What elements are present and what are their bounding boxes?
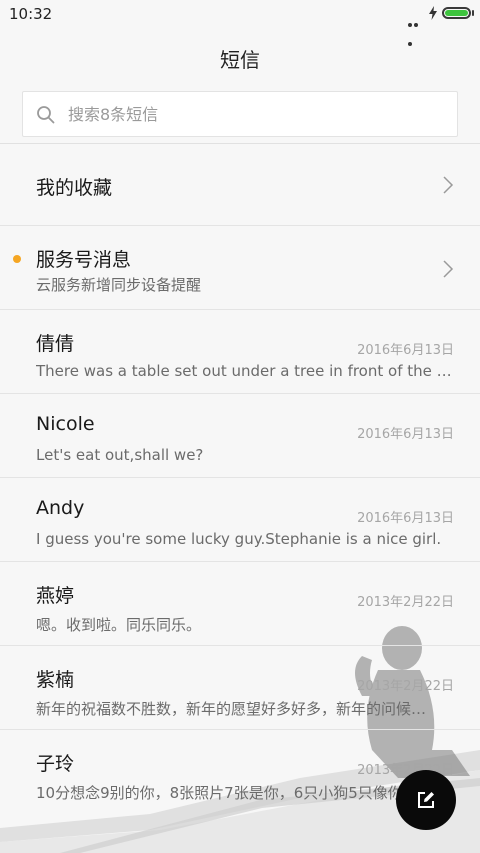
search-icon (37, 106, 55, 124)
compose-button[interactable] (396, 770, 456, 830)
page-title: 短信 (220, 48, 260, 72)
search-box[interactable] (22, 91, 458, 137)
contact-name: Nicole (36, 413, 95, 435)
message-preview: Let's eat out,shall we? (36, 446, 204, 464)
service-title: 服务号消息 (36, 249, 132, 271)
conversation-row[interactable]: 燕婷 2013年2月22日 嗯。收到啦。同乐同乐。 (0, 563, 480, 646)
battery-level (445, 10, 468, 16)
message-preview: 嗯。收到啦。同乐同乐。 (36, 616, 202, 634)
conversation-row[interactable]: 紫楠 2013年2月22日 新年的祝福数不胜数，新年的愿望好多好多，新年的问候… (0, 647, 480, 730)
message-date: 2016年6月13日 (357, 511, 454, 526)
message-date: 2016年6月13日 (357, 427, 454, 442)
contact-name: Andy (36, 497, 85, 519)
message-preview: 新年的祝福数不胜数，新年的愿望好多好多，新年的问候… (36, 700, 427, 718)
status-bar: 10:32 (0, 0, 480, 46)
contact-name: 燕婷 (36, 585, 75, 607)
contact-name: 紫楠 (36, 669, 75, 691)
conversation-row[interactable]: 倩倩 2016年6月13日 There was a table set out … (0, 311, 480, 394)
message-date: 2013年2月22日 (357, 595, 454, 610)
charging-bolt-icon (429, 6, 437, 20)
message-date: 2016年6月13日 (357, 343, 454, 358)
more-dots-icon (408, 12, 424, 46)
status-time: 10:32 (9, 5, 53, 23)
conversation-row[interactable]: Andy 2016年6月13日 I guess you're some luck… (0, 479, 480, 562)
service-subtitle: 云服务新增同步设备提醒 (36, 276, 202, 294)
message-preview: There was a table set out under a tree i… (36, 362, 454, 380)
conversation-row[interactable]: Nicole 2016年6月13日 Let's eat out,shall we… (0, 395, 480, 478)
unread-dot (13, 255, 21, 263)
battery-cap (472, 10, 474, 16)
battery-icon (442, 7, 471, 19)
compose-icon (418, 792, 434, 808)
service-messages-row[interactable]: 服务号消息 云服务新增同步设备提醒 (0, 227, 480, 310)
favorites-row[interactable]: 我的收藏 (0, 143, 480, 226)
search-input[interactable] (68, 92, 438, 136)
contact-name: 子玲 (36, 753, 75, 775)
contact-name: 倩倩 (36, 333, 75, 355)
message-preview: I guess you're some lucky guy.Stephanie … (36, 530, 442, 548)
chevron-right-icon (443, 176, 454, 194)
favorites-title: 我的收藏 (36, 177, 113, 199)
message-date: 2013年2月22日 (357, 679, 454, 694)
chevron-right-icon (443, 260, 454, 278)
message-preview: 10分想念9别的你，8张照片7张是你，6只小狗5只像你… (36, 784, 418, 802)
